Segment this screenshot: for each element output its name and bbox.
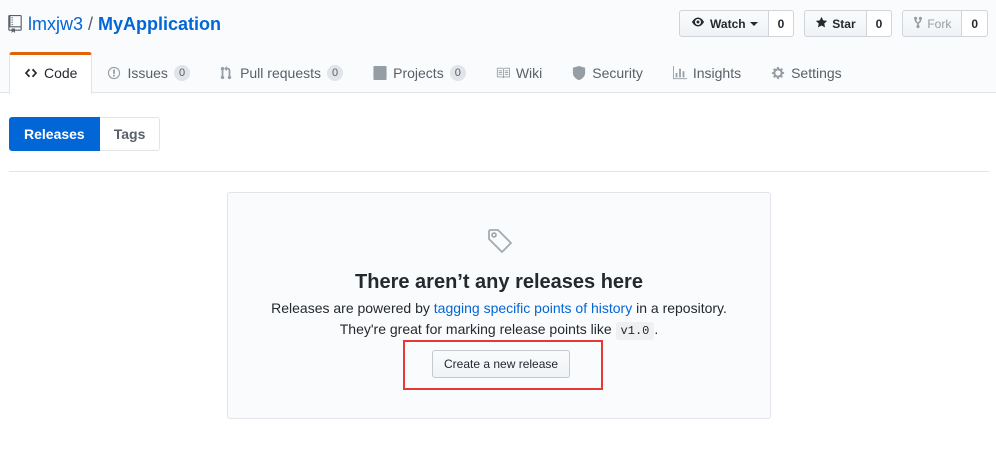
fork-icon [913, 16, 923, 32]
star-group: Star 0 [804, 10, 893, 37]
issues-count-badge: 0 [173, 65, 191, 81]
code-icon [24, 66, 38, 80]
pull-requests-count-badge: 0 [327, 65, 344, 81]
fork-button[interactable]: Fork [902, 10, 963, 37]
watch-group: Watch 0 [679, 10, 795, 37]
tab-label: Wiki [515, 65, 543, 81]
repo-actions: Watch 0 Star 0 Fork 0 [679, 10, 988, 37]
tab-wiki[interactable]: Wiki [481, 52, 557, 93]
shield-icon [572, 66, 586, 80]
tab-label: Pull requests [240, 65, 321, 81]
blankslate-title: There aren’t any releases here [355, 271, 643, 293]
description-text: Releases are powered by [271, 300, 434, 316]
repo-separator: / [88, 13, 94, 34]
blankslate-description-2: They're great for marking release points… [228, 321, 770, 340]
watch-label: Watch [710, 16, 746, 31]
star-icon [815, 16, 828, 32]
tab-insights[interactable]: Insights [658, 52, 756, 93]
fork-label: Fork [927, 16, 952, 31]
tab-issues[interactable]: Issues 0 [92, 52, 205, 93]
blankslate-description: Releases are powered by tagging specific… [228, 300, 770, 316]
tab-label: Code [44, 65, 78, 81]
tab-pull-requests[interactable]: Pull requests 0 [205, 52, 358, 93]
graph-icon [672, 66, 687, 80]
watch-button[interactable]: Watch [679, 10, 769, 37]
gear-icon [771, 66, 785, 80]
fork-count[interactable]: 0 [962, 10, 988, 37]
tab-label: Projects [393, 65, 444, 81]
repo-title: lmxjw3 / MyApplication [8, 11, 221, 37]
book-icon [496, 66, 510, 80]
tab-security[interactable]: Security [557, 52, 658, 93]
tag-icon [486, 227, 514, 255]
projects-count-badge: 0 [449, 65, 466, 81]
repo-nav-tabs: Code Issues 0 Pull requests 0 Projects 0… [9, 52, 857, 94]
tab-label: Security [592, 65, 643, 81]
releases-tab[interactable]: Releases [9, 117, 100, 151]
fork-group: Fork 0 [902, 10, 988, 37]
repo-header: lmxjw3 / MyApplication Watch 0 Star 0 Fo… [0, 0, 996, 94]
repo-owner-link[interactable]: lmxjw3 [28, 14, 83, 35]
star-count[interactable]: 0 [866, 10, 893, 37]
star-button[interactable]: Star [804, 10, 867, 37]
project-icon [373, 66, 387, 80]
tab-label: Settings [791, 65, 842, 81]
divider [9, 171, 989, 172]
caret-down-icon [749, 17, 758, 31]
description-text: . [654, 321, 659, 337]
tab-code[interactable]: Code [9, 52, 93, 94]
tagging-history-link[interactable]: tagging specific points of history [434, 300, 632, 316]
tab-settings[interactable]: Settings [756, 52, 857, 93]
description-text: They're great for marking release points… [339, 321, 616, 337]
star-label: Star [832, 16, 856, 31]
releases-subnav: Releases Tags [9, 117, 161, 151]
issue-icon [107, 66, 121, 80]
eye-icon [690, 16, 706, 31]
tab-label: Issues [127, 65, 168, 81]
watch-count[interactable]: 0 [768, 10, 795, 37]
repo-icon [8, 15, 22, 33]
pull-request-icon [220, 66, 234, 80]
tab-projects[interactable]: Projects 0 [358, 52, 481, 93]
tab-label: Insights [692, 65, 742, 81]
highlight-box [403, 340, 603, 390]
description-text: in a repository. [632, 300, 727, 316]
version-code: v1.0 [615, 322, 655, 340]
repo-name-link[interactable]: MyApplication [98, 14, 221, 35]
tags-tab[interactable]: Tags [99, 117, 161, 151]
